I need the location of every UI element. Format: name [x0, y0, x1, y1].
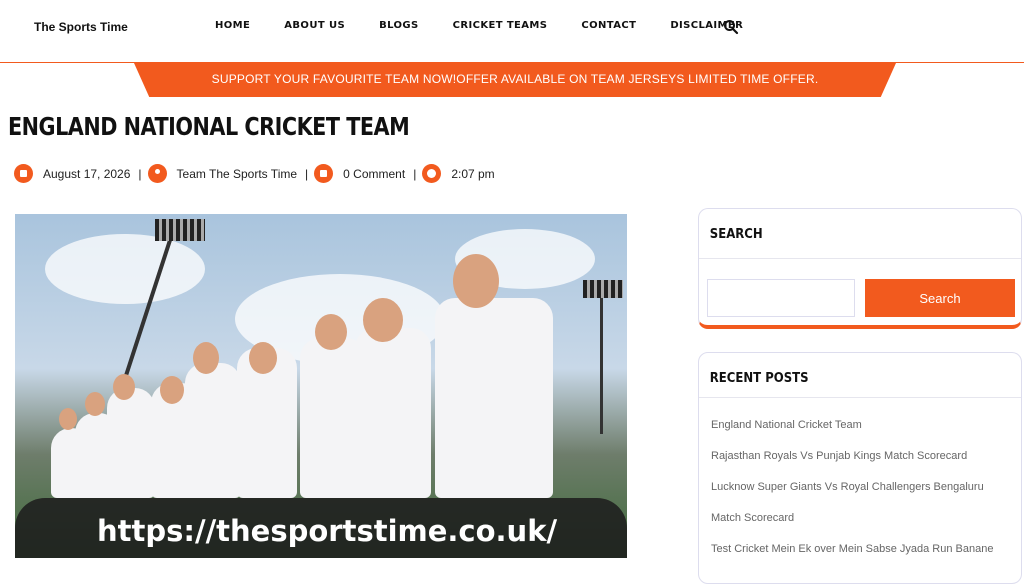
- recent-posts-widget: RECENT POSTS England National Cricket Te…: [698, 352, 1022, 584]
- search-input[interactable]: [707, 279, 855, 317]
- search-widget-title: SEARCH: [709, 227, 763, 242]
- search-widget: SEARCH Search: [698, 208, 1022, 329]
- search-button[interactable]: Search: [865, 279, 1015, 317]
- nav-contact[interactable]: CONTACT: [581, 20, 636, 31]
- promo-banner[interactable]: SUPPORT YOUR FAVOURITE TEAM NOW!OFFER AV…: [134, 63, 896, 97]
- post-comments[interactable]: 0 Comment: [343, 167, 405, 181]
- post-date[interactable]: August 17, 2026: [43, 167, 130, 181]
- recent-post-link[interactable]: Match Scorecard: [711, 512, 993, 543]
- article-meta: August 17, 2026 | Team The Sports Time |…: [14, 164, 495, 183]
- meta-separator: |: [413, 166, 417, 181]
- nav-about-us[interactable]: ABOUT US: [284, 20, 345, 31]
- post-time: 2:07 pm: [451, 166, 495, 181]
- meta-separator: |: [138, 166, 142, 181]
- image-caption: https://thesportstime.co.uk/: [97, 514, 558, 548]
- user-icon: [147, 164, 167, 183]
- divider: [699, 258, 1021, 259]
- main-nav: HOME ABOUT US BLOGS CRICKET TEAMS CONTAC…: [215, 20, 777, 31]
- featured-image: https://thesportstime.co.uk/: [15, 214, 627, 558]
- meta-separator: |: [305, 166, 309, 181]
- recent-post-link[interactable]: Test Cricket Mein Ek over Mein Sabse Jya…: [711, 543, 993, 574]
- recent-post-link[interactable]: Lucknow Super Giants Vs Royal Challenger…: [711, 481, 993, 512]
- page-title: ENGLAND NATIONAL CRICKET TEAM: [8, 112, 410, 141]
- recent-post-link[interactable]: Rajasthan Royals Vs Punjab Kings Match S…: [711, 450, 993, 481]
- post-author[interactable]: Team The Sports Time: [177, 167, 298, 181]
- site-header: The Sports Time HOME ABOUT US BLOGS CRIC…: [0, 0, 1024, 63]
- search-icon[interactable]: [723, 19, 739, 35]
- nav-cricket-teams[interactable]: CRICKET TEAMS: [453, 20, 548, 31]
- nav-home[interactable]: HOME: [215, 20, 250, 31]
- recent-posts-list: England National Cricket Team Rajasthan …: [711, 419, 993, 574]
- recent-posts-title: RECENT POSTS: [709, 371, 809, 386]
- calendar-icon: [14, 164, 33, 183]
- divider: [699, 397, 1021, 398]
- nav-blogs[interactable]: BLOGS: [379, 20, 419, 31]
- recent-post-link[interactable]: England National Cricket Team: [711, 419, 993, 450]
- site-logo[interactable]: The Sports Time: [34, 20, 128, 34]
- comment-icon: [314, 164, 334, 183]
- clock-icon: [422, 164, 442, 183]
